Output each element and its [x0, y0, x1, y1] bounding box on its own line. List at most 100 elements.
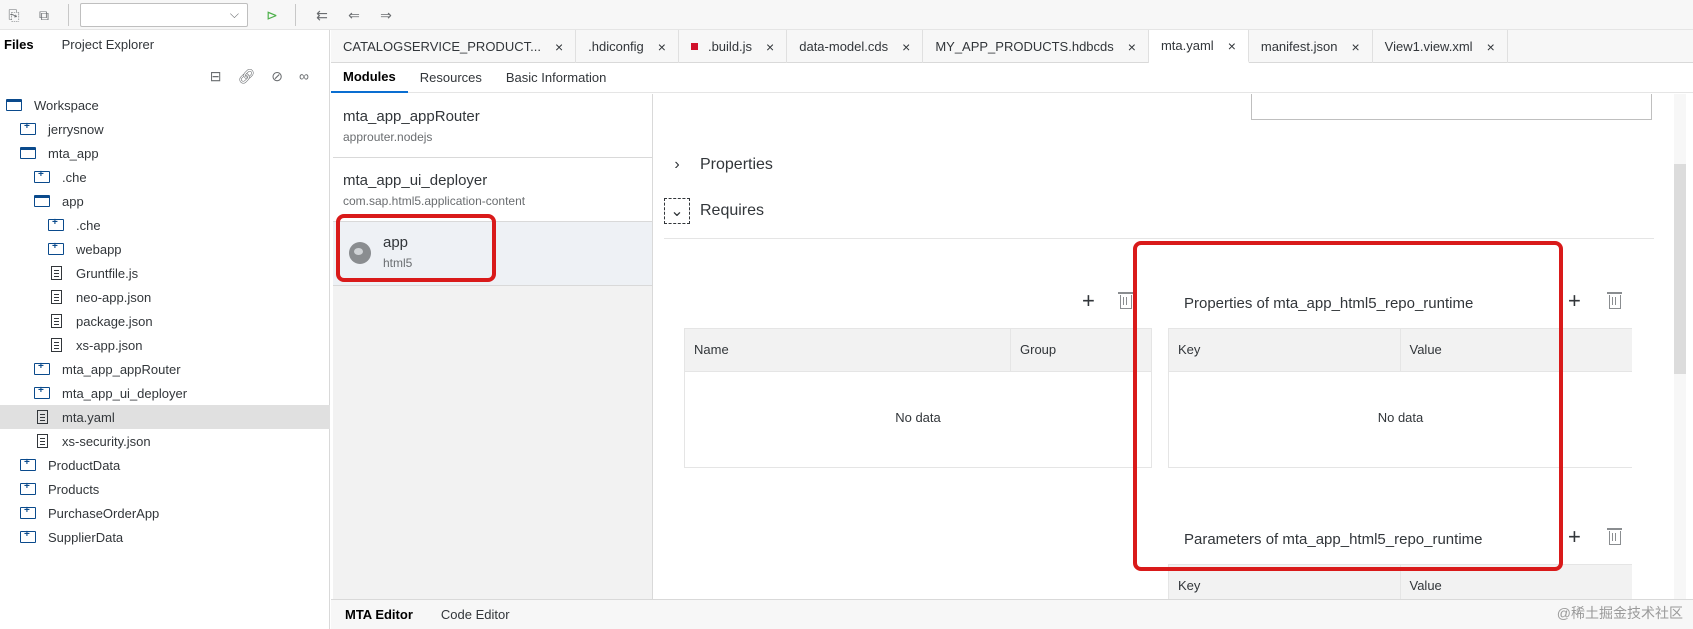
- trash-icon[interactable]: [1118, 292, 1133, 309]
- editor-tab[interactable]: data-model.cds ×: [787, 30, 924, 63]
- tab-files[interactable]: Files: [0, 37, 38, 52]
- link-icon[interactable]: 🔗︎: [238, 68, 256, 85]
- highlight-box-runtime: [1133, 241, 1563, 571]
- column-header-name[interactable]: Name: [685, 329, 1011, 371]
- tree-item[interactable]: .che: [0, 213, 330, 237]
- tab-code-editor[interactable]: Code Editor: [427, 607, 524, 622]
- subtab-modules[interactable]: Modules: [331, 63, 408, 93]
- sidebar-tabs: Files Project Explorer: [0, 30, 329, 58]
- collapse-all-icon[interactable]: ⊟: [210, 68, 222, 85]
- editor-tab[interactable]: mta.yaml ×: [1148, 30, 1249, 63]
- editor-tab[interactable]: .build.js ×: [679, 30, 788, 63]
- tree-item[interactable]: mta_app_ui_deployer: [0, 381, 330, 405]
- tab-project-explorer[interactable]: Project Explorer: [58, 37, 158, 52]
- close-icon[interactable]: ×: [1228, 38, 1236, 54]
- top-toolbar: ⎘ ⧉ ⌵ ⊳ ⇇ ⇐ ⇒: [0, 0, 1693, 30]
- requires-section-header[interactable]: ⌄ Requires: [664, 198, 764, 224]
- editor-tab-label: View1.view.xml: [1384, 39, 1473, 54]
- folder-icon: [34, 169, 50, 185]
- folder-icon: [48, 217, 64, 233]
- tree-item[interactable]: SupplierData: [0, 525, 330, 549]
- file-tree: Workspace jerrysnow mta_app .che app .che weba…: [0, 93, 330, 549]
- detail-input-box[interactable]: [1251, 94, 1652, 120]
- close-icon[interactable]: ×: [902, 39, 910, 55]
- scrollbar-thumb[interactable]: [1674, 164, 1686, 374]
- file-icon: [48, 265, 64, 281]
- forward-arrow-icon[interactable]: ⇒: [376, 5, 396, 25]
- tree-item[interactable]: .che: [0, 165, 330, 189]
- tree-item-label: mta_app_appRouter: [62, 361, 181, 377]
- tree-item[interactable]: Workspace: [0, 93, 330, 117]
- vertical-scrollbar[interactable]: [1674, 94, 1686, 599]
- add-property-button[interactable]: +: [1568, 288, 1581, 314]
- folder-icon: [20, 505, 36, 521]
- close-icon[interactable]: ×: [766, 39, 774, 55]
- module-type: approuter.nodejs: [343, 130, 433, 144]
- folder-icon: [20, 457, 36, 473]
- close-icon[interactable]: ×: [1351, 39, 1359, 55]
- tree-item[interactable]: xs-app.json: [0, 333, 330, 357]
- module-item-approuter[interactable]: mta_app_appRouter approuter.nodejs: [333, 94, 652, 158]
- run-icon[interactable]: ⊳: [262, 5, 282, 25]
- tree-item[interactable]: Products: [0, 477, 330, 501]
- tree-item[interactable]: mta_app_appRouter: [0, 357, 330, 381]
- tree-item-label: Products: [48, 481, 100, 497]
- add-requires-button[interactable]: +: [1082, 288, 1095, 314]
- editor-tab[interactable]: View1.view.xml ×: [1373, 30, 1508, 63]
- editor-tab-bar: CATALOGSERVICE_PRODUCT... × .hdiconfig × .bu…: [331, 30, 1693, 63]
- chevron-down-icon: ⌵: [229, 7, 239, 21]
- section-divider: [664, 238, 1654, 239]
- watermark: @稀土掘金技术社区: [1556, 605, 1683, 621]
- trash-icon[interactable]: [1607, 528, 1622, 545]
- editor-tab[interactable]: MY_APP_PRODUCTS.hdbcds ×: [923, 30, 1149, 63]
- properties-section-header[interactable]: › Properties: [664, 152, 773, 178]
- tree-item[interactable]: ProductData: [0, 453, 330, 477]
- close-icon[interactable]: ×: [1128, 39, 1136, 55]
- file-icon: [48, 337, 64, 353]
- tree-item-label: .che: [76, 217, 101, 233]
- tree-item-label: xs-app.json: [76, 337, 143, 353]
- trash-icon[interactable]: [1607, 292, 1622, 309]
- subtab-basic-information[interactable]: Basic Information: [494, 63, 618, 93]
- editor-tab[interactable]: .hdiconfig ×: [576, 30, 679, 63]
- tree-item-label: mta_app: [48, 145, 99, 161]
- hide-icon[interactable]: ⊘: [271, 68, 283, 85]
- module-type: com.sap.html5.application-content: [343, 194, 526, 208]
- step-back-icon[interactable]: ⇇: [312, 5, 332, 25]
- module-item-ui-deployer[interactable]: mta_app_ui_deployer com.sap.html5.applic…: [333, 158, 652, 222]
- tree-item[interactable]: mta.yaml: [0, 405, 330, 429]
- tree-item[interactable]: jerrysnow: [0, 117, 330, 141]
- close-icon[interactable]: ×: [1487, 39, 1495, 55]
- tree-item[interactable]: mta_app: [0, 141, 330, 165]
- add-parameter-button[interactable]: +: [1568, 524, 1581, 550]
- tree-item[interactable]: app: [0, 189, 330, 213]
- column-header-group[interactable]: Group: [1011, 329, 1151, 371]
- editor-tab-label: mta.yaml: [1160, 38, 1214, 53]
- tree-item[interactable]: Gruntfile.js: [0, 261, 330, 285]
- close-icon[interactable]: ×: [658, 39, 666, 55]
- tab-mta-editor[interactable]: MTA Editor: [331, 607, 427, 622]
- binoculars-icon[interactable]: ∞: [299, 68, 309, 85]
- collapse-icon[interactable]: ⎘: [4, 5, 24, 25]
- module-name: mta_app_ui_deployer: [343, 172, 488, 189]
- chevron-right-icon: ›: [674, 156, 680, 173]
- subtab-resources[interactable]: Resources: [408, 63, 494, 93]
- tree-item[interactable]: package.json: [0, 309, 330, 333]
- tree-item[interactable]: xs-security.json: [0, 429, 330, 453]
- editor-tab[interactable]: manifest.json ×: [1249, 30, 1373, 63]
- close-icon[interactable]: ×: [555, 39, 563, 55]
- tree-item[interactable]: neo-app.json: [0, 285, 330, 309]
- folder-open-icon: [6, 97, 22, 113]
- tree-item[interactable]: webapp: [0, 237, 330, 261]
- run-configuration-select[interactable]: ⌵: [80, 3, 248, 27]
- tree-item-label: Workspace: [34, 97, 99, 113]
- folder-icon: [20, 529, 36, 545]
- toolbar-separator: [68, 4, 69, 26]
- tree-item-label: ProductData: [48, 457, 121, 473]
- tree-item[interactable]: PurchaseOrderApp: [0, 501, 330, 525]
- file-icon: [48, 313, 64, 329]
- tree-item-label: .che: [62, 169, 87, 185]
- copy-icon[interactable]: ⧉: [34, 5, 54, 25]
- editor-tab[interactable]: CATALOGSERVICE_PRODUCT... ×: [331, 30, 577, 63]
- back-arrow-icon[interactable]: ⇐: [344, 5, 364, 25]
